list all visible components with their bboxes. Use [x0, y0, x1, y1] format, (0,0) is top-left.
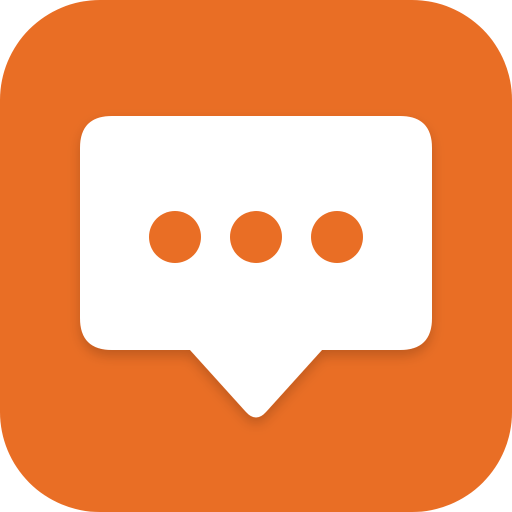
- chat-app-icon[interactable]: [0, 0, 512, 512]
- typing-dot-2: [230, 211, 282, 263]
- typing-indicator: [149, 211, 363, 263]
- typing-dot-1: [149, 211, 201, 263]
- typing-dot-3: [311, 211, 363, 263]
